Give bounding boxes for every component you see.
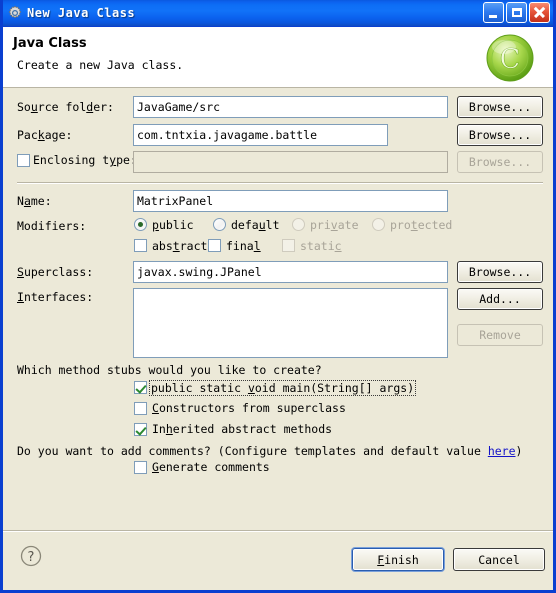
enclosing-type-checkbox[interactable] [17,154,30,167]
modifier-protected-radio [372,218,385,231]
modifier-public-label: public [152,218,194,232]
stub-inherited-label: Inherited abstract methods [152,422,333,436]
modifier-abstract-checkbox[interactable] [134,239,147,252]
wizard-header: Java Class Create a new Java class. C [3,27,553,88]
modifiers-label: Modifiers: [17,219,87,233]
comments-prompt-tail: ) [515,444,523,458]
window-title: New Java Class [27,6,136,20]
modifier-abstract-label: abstract [152,239,208,253]
modifier-private-radio [292,218,305,231]
maximize-icon[interactable] [506,2,527,23]
source-folder-input[interactable]: JavaGame/src [133,96,448,118]
modifier-final-label: final [226,239,261,253]
help-icon[interactable]: ? [20,545,42,567]
java-class-wizard-logo: C [484,32,536,84]
package-input[interactable]: com.tntxia.javagame.battle [133,124,388,146]
superclass-browse-button[interactable]: Browse... [457,261,543,283]
superclass-input[interactable]: javax.swing.JPanel [133,261,448,283]
cancel-button[interactable]: Cancel [453,548,545,571]
package-browse-button[interactable]: Browse... [457,124,543,146]
page-subtitle: Create a new Java class. [17,58,184,72]
name-input[interactable]: MatrixPanel [133,190,448,212]
stub-constructors-label: Constructors from superclass [152,401,346,415]
generate-comments-label: Generate comments [152,460,270,474]
modifier-static-label: static [300,239,342,253]
svg-text:?: ? [28,550,35,565]
modifier-static-checkbox [282,239,295,252]
modifier-public-radio[interactable] [134,218,147,231]
modifier-final-checkbox[interactable] [208,239,221,252]
modifier-protected-label: protected [390,218,453,232]
package-label: Package: [17,128,73,142]
generate-comments-checkbox[interactable] [134,461,147,474]
stub-inherited-checkbox[interactable] [134,423,147,436]
title-bar: New Java Class [3,0,553,27]
interfaces-label: Interfaces: [17,290,94,304]
enclosing-type-label: Enclosing type: [33,153,137,167]
window-controls [483,2,550,23]
comments-prompt: Do you want to add comments? (Configure … [17,444,522,458]
interfaces-add-button[interactable]: Add... [457,288,543,310]
stub-main-checkbox[interactable] [134,381,147,394]
dialog-footer: ? Finish Cancel [3,530,553,587]
method-stubs-prompt: Which method stubs would you like to cre… [17,363,322,377]
page-title: Java Class [13,36,87,51]
gear-icon [7,5,23,21]
modifier-private-label: private [310,218,359,232]
source-folder-label: Source folder: [17,100,114,114]
stub-constructors-checkbox[interactable] [134,402,147,415]
source-folder-browse-button[interactable]: Browse... [457,96,543,118]
stub-main-label: public static void main(String[] args) [149,380,417,396]
modifier-default-radio[interactable] [213,218,226,231]
modifier-default-label: default [231,218,280,232]
enclosing-type-browse-button: Browse... [457,151,543,173]
wizard-body: Source folder: JavaGame/src Browse... Pa… [3,88,553,530]
enclosing-type-input [133,151,448,173]
close-icon[interactable] [529,2,550,23]
superclass-label: Superclass: [17,265,94,279]
name-label: Name: [17,194,52,208]
new-java-class-dialog: New Java Class Java Class Create a new J… [0,0,556,593]
interfaces-remove-button: Remove [457,324,543,346]
interfaces-listbox[interactable] [133,288,448,358]
finish-button[interactable]: Finish [352,548,444,571]
separator-1 [17,182,543,184]
minimize-icon[interactable] [483,2,504,23]
comments-prompt-text: Do you want to add comments? (Configure … [17,444,488,458]
configure-templates-link[interactable]: here [488,444,516,458]
